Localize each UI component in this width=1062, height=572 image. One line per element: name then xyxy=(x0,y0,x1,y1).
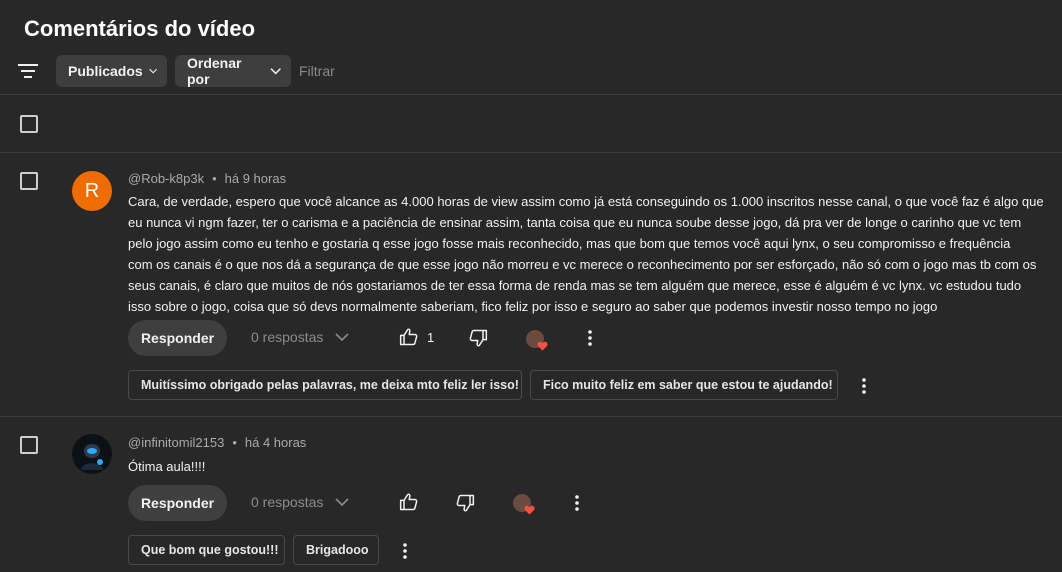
comment-time[interactable]: há 4 horas xyxy=(245,435,306,450)
suggested-reply-chip[interactable]: Brigadooo xyxy=(293,535,379,565)
avatar[interactable]: R xyxy=(72,171,112,211)
thumb-down-icon[interactable] xyxy=(467,327,489,349)
heart-icon xyxy=(524,505,535,515)
avatar-image xyxy=(72,434,112,474)
replies-toggle[interactable]: 0 respostas xyxy=(251,329,349,345)
comment-time[interactable]: há 9 horas xyxy=(225,171,286,186)
comment-meta: @infinitomil2153 • há 4 horas xyxy=(128,435,306,450)
more-vert-icon[interactable] xyxy=(569,493,585,513)
divider xyxy=(0,416,1062,417)
avatar-letter: R xyxy=(84,179,100,202)
thumb-up-icon[interactable] xyxy=(398,326,420,348)
chevron-down-icon xyxy=(148,68,157,74)
more-vert-icon[interactable] xyxy=(856,376,872,396)
comment-line: seus canais, é claro que muitos de nós g… xyxy=(128,278,1022,293)
comment-checkbox[interactable] xyxy=(20,172,38,190)
replies-label: 0 respostas xyxy=(251,329,324,345)
filter-icon[interactable] xyxy=(18,63,38,79)
suggested-reply-chip[interactable]: Que bom que gostou!!! xyxy=(128,535,285,565)
suggested-reply-label: Que bom que gostou!!! xyxy=(141,543,279,557)
toolbar: Publicados Ordenar por xyxy=(0,55,1062,87)
replies-toggle[interactable]: 0 respostas xyxy=(251,494,349,510)
divider xyxy=(0,94,1062,95)
comment-line: Ótima aula!!!! xyxy=(128,459,206,474)
reply-button[interactable]: Responder xyxy=(128,485,227,521)
like-count: 1 xyxy=(427,330,435,345)
divider xyxy=(0,152,1062,153)
published-chip[interactable]: Publicados xyxy=(56,55,167,87)
meta-separator: • xyxy=(232,435,237,450)
comment-text: Cara, de verdade, espero que você alcanc… xyxy=(128,191,1044,317)
comment-author[interactable]: @Rob-k8p3k xyxy=(128,171,204,186)
avatar[interactable] xyxy=(72,434,112,474)
replies-label: 0 respostas xyxy=(251,494,324,510)
comment-line: pelo jogo assim como eu tenho e gostaria… xyxy=(128,236,1011,251)
filter-input[interactable] xyxy=(299,55,499,87)
heart-icon xyxy=(537,341,548,351)
meta-separator: • xyxy=(212,171,217,186)
suggested-reply-label: Muitíssimo obrigado pelas palavras, me d… xyxy=(141,378,519,392)
sort-chip[interactable]: Ordenar por xyxy=(175,55,291,87)
thumb-down-icon[interactable] xyxy=(454,492,476,514)
page-title: Comentários do vídeo xyxy=(24,16,256,41)
reply-button[interactable]: Responder xyxy=(128,320,227,356)
suggested-reply-chip[interactable]: Fico muito feliz em saber que estou te a… xyxy=(530,370,838,400)
published-label: Publicados xyxy=(68,63,143,79)
comment-meta: @Rob-k8p3k • há 9 horas xyxy=(128,171,286,186)
chevron-down-icon xyxy=(335,333,349,341)
reply-label: Responder xyxy=(140,330,215,346)
suggested-reply-chip[interactable]: Muitíssimo obrigado pelas palavras, me d… xyxy=(128,370,522,400)
reply-label: Responder xyxy=(140,495,215,511)
comment-line: Cara, de verdade, espero que você alcanc… xyxy=(128,194,1044,209)
comment-author[interactable]: @infinitomil2153 xyxy=(128,435,224,450)
comment-line: eu nunca vi ngm fazer, ter o carisma e a… xyxy=(128,215,1022,230)
comment-checkbox[interactable] xyxy=(20,436,38,454)
select-all-checkbox[interactable] xyxy=(20,115,38,133)
more-vert-icon[interactable] xyxy=(397,541,413,561)
sort-label: Ordenar por xyxy=(187,55,242,87)
comment-line: com os canais é o que nos dá a segurança… xyxy=(128,257,1037,272)
comment-line: isso sobre o jogo, coisa que só devs nor… xyxy=(128,299,938,314)
chevron-down-icon xyxy=(270,68,281,75)
comment-text: Ótima aula!!!! xyxy=(128,456,205,477)
chevron-down-icon xyxy=(335,498,349,506)
suggested-reply-label: Brigadooo xyxy=(306,543,369,557)
suggested-reply-label: Fico muito feliz em saber que estou te a… xyxy=(543,378,833,392)
thumb-up-icon[interactable] xyxy=(398,491,420,513)
more-vert-icon[interactable] xyxy=(582,328,598,348)
